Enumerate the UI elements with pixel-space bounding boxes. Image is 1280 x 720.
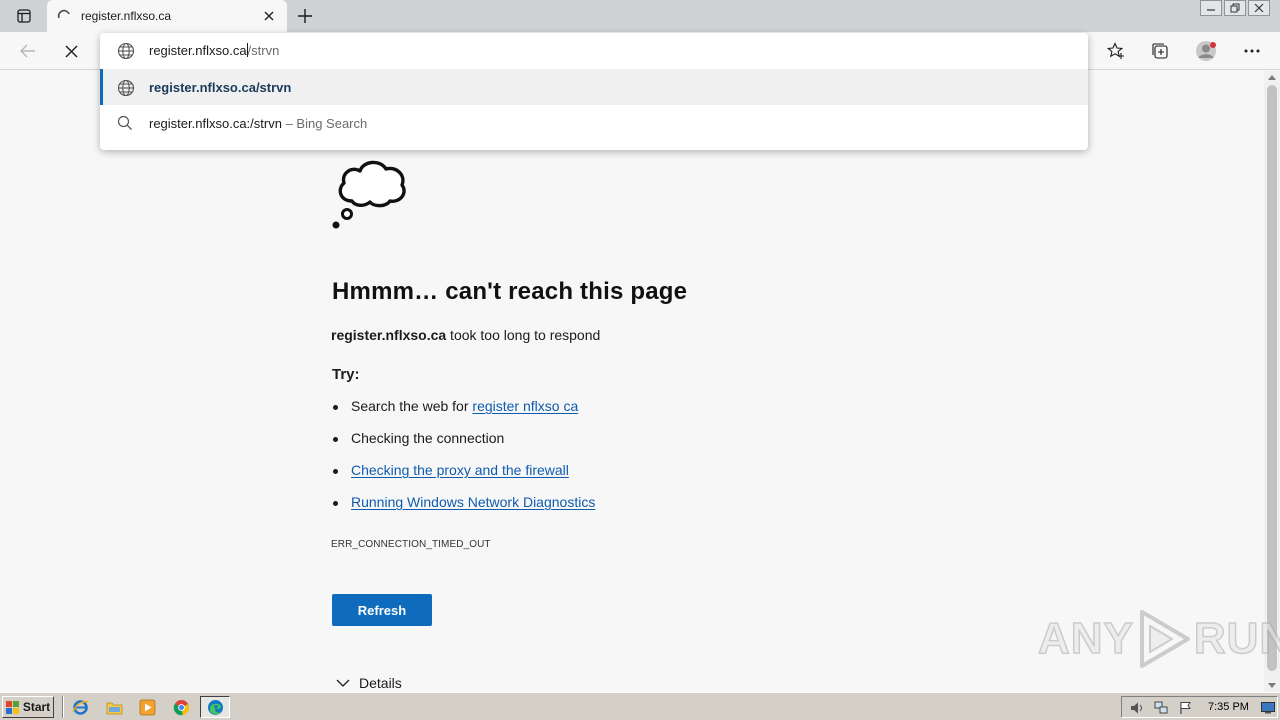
globe-icon [117, 79, 135, 97]
suggestion-search-text: register.nflxso.ca:/strvn – Bing Search [149, 116, 367, 131]
window-controls [1200, 0, 1270, 18]
chrome-launcher[interactable] [170, 697, 192, 717]
restore-button[interactable] [1224, 0, 1246, 16]
tab-close-button[interactable] [261, 8, 277, 24]
suggestion-search[interactable]: register.nflxso.ca:/strvn – Bing Search [100, 105, 1088, 141]
stop-loading-button[interactable] [58, 39, 84, 63]
edge-icon [207, 699, 223, 715]
suggestion-url[interactable]: register.nflxso.ca/strvn [100, 69, 1088, 105]
scroll-down-arrow-icon[interactable] [1268, 683, 1276, 688]
try-heading: Try: [332, 366, 360, 383]
error-description-rest: took too long to respond [446, 327, 601, 343]
new-tab-button[interactable] [294, 5, 316, 27]
minimize-button[interactable] [1200, 0, 1222, 16]
network-diagnostics-link[interactable]: Running Windows Network Diagnostics [351, 494, 595, 510]
error-code: ERR_CONNECTION_TIMED_OUT [331, 539, 491, 550]
search-icon [117, 115, 132, 130]
desktop-icon [1261, 702, 1275, 714]
ie-launcher[interactable] [69, 697, 91, 717]
tab-actions-button[interactable] [8, 4, 40, 28]
scrollbar-thumb[interactable] [1267, 85, 1277, 671]
collections-icon [1152, 43, 1168, 59]
more-dots-icon [1244, 49, 1260, 53]
flag-icon [1179, 702, 1191, 714]
start-button[interactable]: Start [2, 696, 54, 718]
tab-actions-icon [17, 9, 31, 23]
restore-icon [1230, 3, 1240, 13]
tip-search: Search the web for register nflxso ca [332, 398, 595, 430]
media-player-icon [139, 699, 155, 715]
loading-spinner-icon [57, 9, 70, 19]
close-icon [1254, 3, 1264, 13]
tip-connection-text: Checking the connection [351, 430, 505, 446]
thought-cloud-icon [332, 160, 406, 229]
play-logo-icon [1139, 610, 1190, 668]
system-tray: 7:35 PM [1121, 696, 1278, 718]
active-tab[interactable]: register.nflxso.ca [47, 0, 287, 32]
watermark-left: ANY [1037, 613, 1134, 664]
error-description: register.nflxso.ca took too long to resp… [331, 327, 600, 343]
details-label: Details [359, 675, 402, 691]
action-center-tray-button[interactable] [1177, 700, 1193, 716]
error-title: Hmmm… can't reach this page [332, 278, 688, 305]
search-web-link[interactable]: register nflxso ca [472, 398, 578, 414]
suggestion-search-query: register.nflxso.ca:/strvn [149, 116, 282, 131]
collections-button[interactable] [1147, 39, 1173, 63]
chrome-icon [173, 699, 189, 715]
suggestion-search-hint: – Bing Search [285, 116, 368, 131]
favorites-button[interactable] [1103, 39, 1129, 63]
network-tray-button[interactable] [1153, 700, 1169, 716]
media-player-launcher[interactable] [136, 697, 158, 717]
clock[interactable]: 7:35 PM [1208, 701, 1249, 713]
chevron-down-icon [336, 679, 350, 687]
tab-strip: register.nflxso.ca [0, 0, 1280, 32]
details-toggle[interactable]: Details [336, 675, 402, 691]
settings-more-button[interactable] [1239, 39, 1265, 63]
address-bar-dropdown: register.nflxso.ca/strvn register.nflxso… [100, 33, 1088, 150]
edge-taskbar-button[interactable] [200, 696, 230, 718]
profile-button[interactable] [1193, 39, 1219, 63]
tip-connection: Checking the connection [332, 430, 595, 462]
suggestion-url-text: register.nflxso.ca/strvn [149, 80, 292, 95]
error-host: register.nflxso.ca [331, 327, 447, 343]
vertical-scrollbar[interactable] [1264, 71, 1280, 692]
close-icon [65, 45, 77, 57]
address-text: register.nflxso.ca/strvn [149, 43, 279, 58]
watermark-right: RUN [1193, 613, 1280, 664]
volume-tray-button[interactable] [1129, 700, 1145, 716]
refresh-button[interactable]: Refresh [332, 594, 432, 626]
scroll-up-arrow-icon[interactable] [1268, 75, 1276, 80]
tips-list: Search the web for register nflxso ca Ch… [332, 398, 595, 526]
anyrun-watermark: ANY RUN [1037, 608, 1280, 670]
page-content [0, 71, 1264, 692]
explorer-icon [106, 702, 122, 714]
tip-search-prefix: Search the web for [351, 398, 473, 414]
close-icon [264, 11, 274, 21]
minimize-icon [1207, 9, 1215, 11]
tab-title: register.nflxso.ca [81, 9, 172, 23]
window-close-button[interactable] [1248, 0, 1270, 16]
tip-proxy: Checking the proxy and the firewall [332, 462, 595, 494]
autocomplete-text: /strvn [247, 43, 280, 58]
globe-icon [117, 42, 135, 60]
back-button[interactable] [15, 39, 41, 63]
address-bar-input[interactable]: register.nflxso.ca/strvn [100, 33, 1088, 69]
show-desktop-button[interactable] [1260, 700, 1276, 716]
proxy-firewall-link[interactable]: Checking the proxy and the firewall [351, 462, 569, 478]
typed-text: register.nflxso.ca [149, 43, 247, 58]
start-label: Start [22, 700, 51, 714]
speaker-icon [1131, 702, 1142, 714]
explorer-launcher[interactable] [103, 697, 125, 717]
network-icon [1154, 701, 1167, 714]
avatar-icon [1196, 41, 1216, 61]
taskbar-separator [62, 696, 64, 718]
tip-diagnostics: Running Windows Network Diagnostics [332, 494, 595, 526]
plus-icon [298, 9, 312, 23]
windows-logo-icon [5, 700, 19, 714]
taskbar: Start 7:35 PM [0, 692, 1280, 720]
ie-icon [71, 699, 89, 715]
back-arrow-icon [20, 44, 35, 58]
star-plus-icon [1107, 42, 1124, 59]
